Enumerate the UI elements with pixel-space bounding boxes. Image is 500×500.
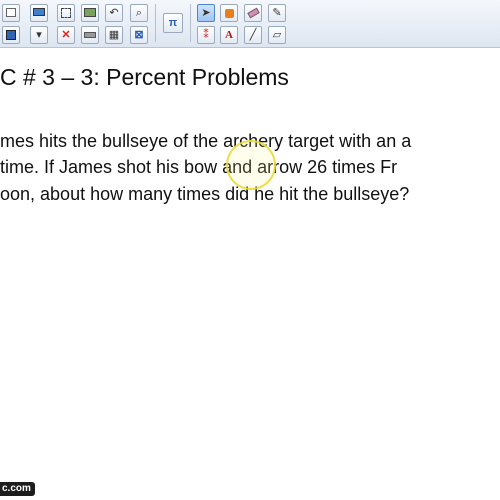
- undo-icon[interactable]: ↶: [105, 4, 123, 22]
- toolbar-separator: [190, 4, 191, 42]
- cursor-highlight-ring: [226, 140, 276, 190]
- eraser-icon[interactable]: [244, 4, 262, 22]
- pen-tool-icon[interactable]: ✎: [268, 4, 286, 22]
- pages-icon[interactable]: [2, 4, 20, 22]
- math-icon[interactable]: π: [163, 13, 183, 33]
- gallery-icon[interactable]: [81, 4, 99, 22]
- save-icon[interactable]: [2, 26, 20, 44]
- page-title: C # 3 – 3: Percent Problems: [0, 64, 289, 90]
- creative-pens-icon[interactable]: ⁑: [197, 26, 215, 44]
- highlighter-icon[interactable]: ▱: [268, 26, 286, 44]
- screen-shade-icon[interactable]: [81, 26, 99, 44]
- close-icon[interactable]: ⊠: [130, 26, 148, 44]
- display-icon[interactable]: ▾: [30, 26, 48, 44]
- select-arrow-icon[interactable]: ➤: [197, 4, 215, 22]
- zoom-icon[interactable]: ⌕: [130, 4, 148, 22]
- problem-line-1: mes hits the bullseye of the archery tar…: [0, 131, 412, 151]
- paint-bucket-icon[interactable]: [220, 4, 238, 22]
- text-tool-icon[interactable]: A: [220, 26, 238, 44]
- toolbar: ↶ ⌕ π ➤ ✎ ▾ ✕ ▦ ⊠ ⁑ A ╱ ▱: [0, 0, 500, 48]
- table-icon[interactable]: ▦: [105, 26, 123, 44]
- capture-icon[interactable]: [57, 4, 75, 22]
- problem-line-3: oon, about how many times did he hit the…: [0, 184, 410, 204]
- watermark: c.com: [0, 482, 35, 496]
- delete-icon[interactable]: ✕: [57, 26, 75, 44]
- toolbar-separator: [155, 4, 156, 42]
- problem-line-2: time. If James shot his bow and arrow 26…: [0, 157, 398, 177]
- monitor-icon[interactable]: [30, 4, 48, 22]
- line-tool-icon[interactable]: ╱: [244, 26, 262, 44]
